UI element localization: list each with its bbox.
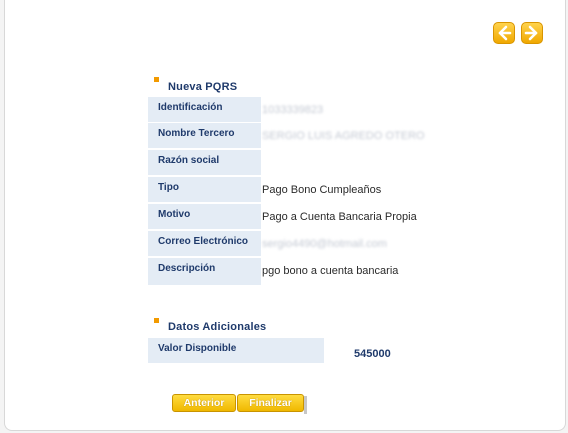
divider <box>148 256 261 257</box>
field-value: pgo bono a cuenta bancaria <box>262 265 399 277</box>
previous-button[interactable]: Anterior <box>172 394 236 412</box>
field-value: SERGIO LUIS AGREDO OTERO <box>262 130 425 142</box>
section-bullet-icon <box>154 318 159 323</box>
field-label: Razón social <box>148 150 261 175</box>
arrow-right-icon <box>524 25 538 41</box>
section-title-new-pqrs: Nueva PQRS <box>168 81 238 93</box>
field-value: sergio4490@hotmail.com <box>262 238 387 250</box>
field-label: Motivo <box>148 204 261 229</box>
field-label: Nombre Tercero <box>148 123 261 148</box>
field-value: 1033339823 <box>262 104 324 116</box>
field-label: Descripción <box>148 258 261 285</box>
divider <box>148 202 261 203</box>
forward-button[interactable] <box>521 22 543 44</box>
field-value: 545000 <box>354 348 391 360</box>
field-value: Pago a Cuenta Bancaria Propia <box>262 211 417 223</box>
field-label: Identificación <box>148 97 261 122</box>
field-label: Correo Electrónico <box>148 231 261 256</box>
divider <box>148 229 261 230</box>
divider <box>148 175 261 176</box>
divider <box>148 148 261 149</box>
arrow-left-icon <box>498 25 512 41</box>
field-value: Pago Bono Cumpleaños <box>262 184 382 196</box>
back-button[interactable] <box>493 22 515 44</box>
button-shadow <box>304 396 307 414</box>
field-label: Tipo <box>148 177 261 202</box>
finish-button[interactable]: Finalizar <box>237 394 304 412</box>
field-label: Valor Disponible <box>148 338 324 363</box>
section-title-datos-adicionales: Datos Adicionales <box>168 321 267 333</box>
section-bullet-icon <box>154 77 159 82</box>
